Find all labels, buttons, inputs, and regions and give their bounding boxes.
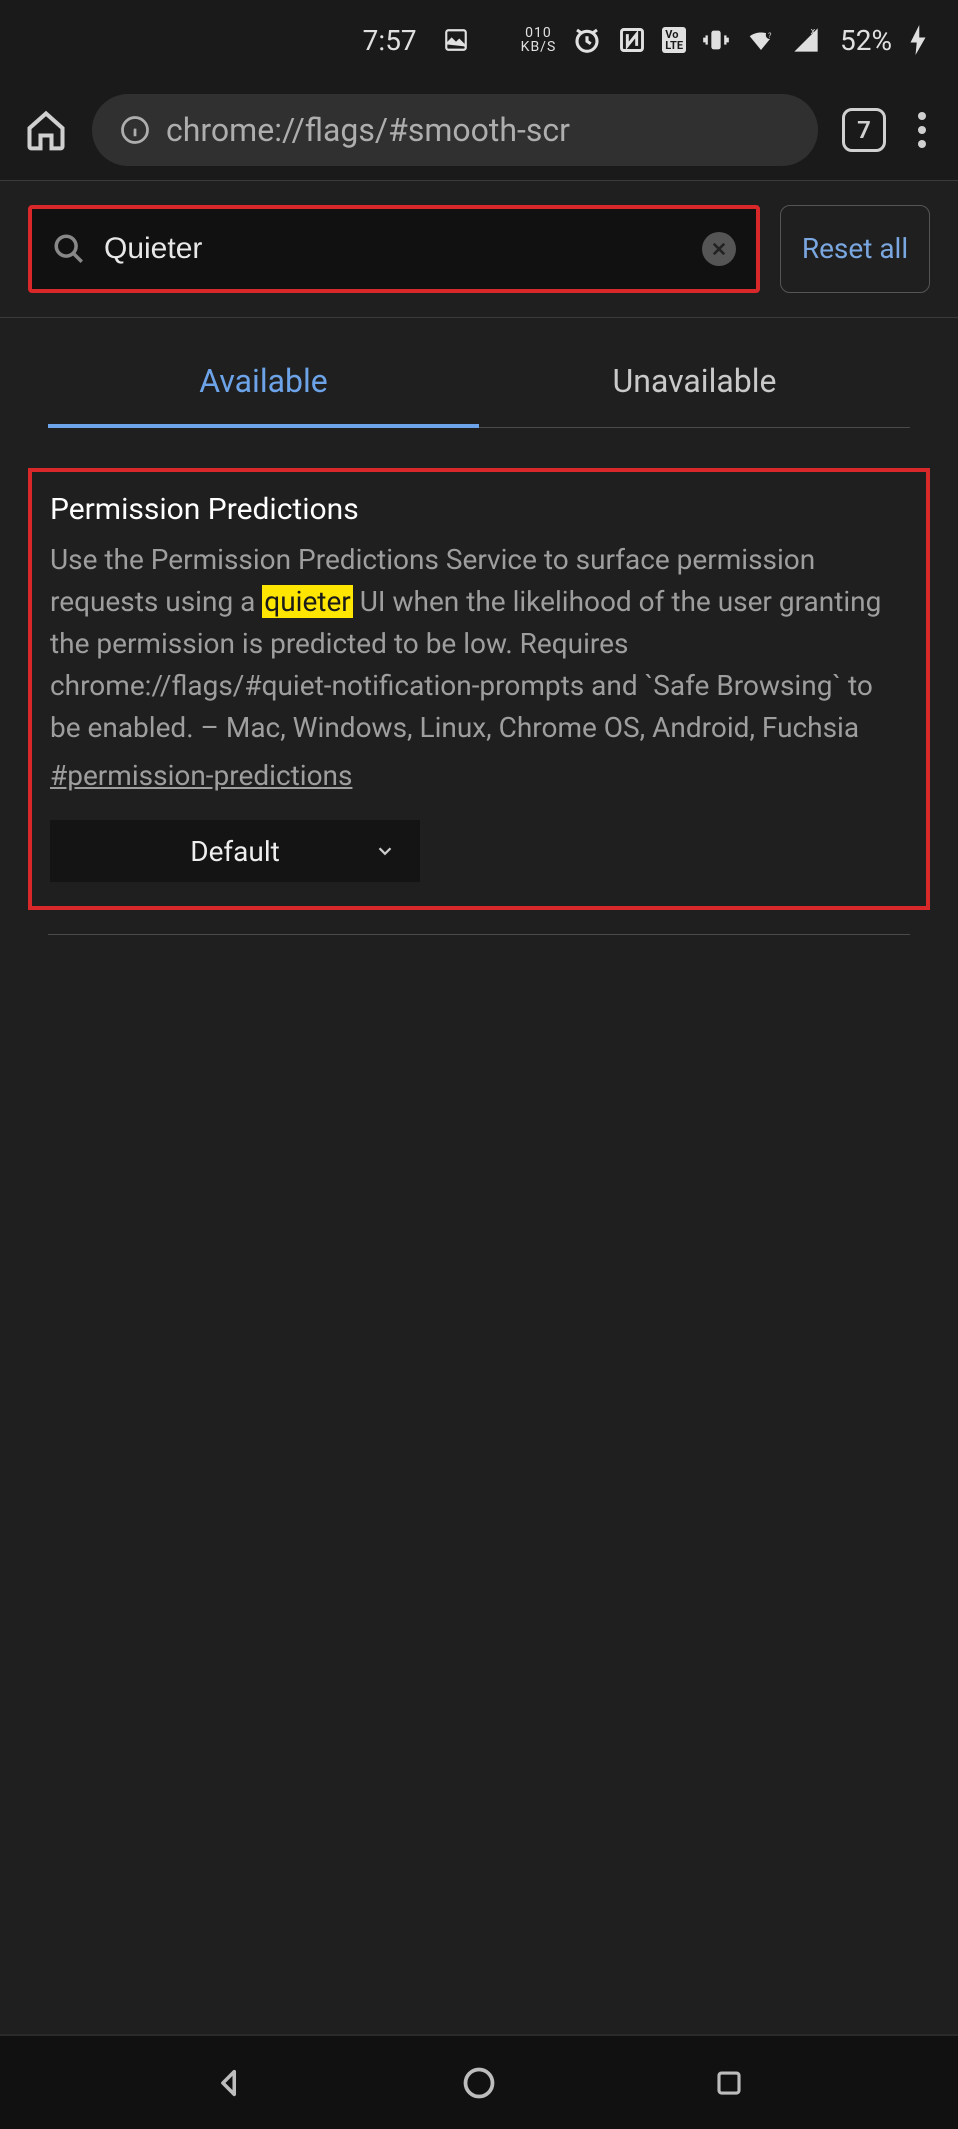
- flag-title: Permission Predictions: [50, 492, 908, 527]
- flag-card-highlight-frame: Permission Predictions Use the Permissio…: [28, 468, 930, 910]
- alarm-icon: [572, 25, 602, 55]
- status-bar: 7:57 010 KB/S VoLTE ? x 52%: [0, 0, 958, 80]
- flag-results: Permission Predictions Use the Permissio…: [0, 428, 958, 935]
- svg-text:x: x: [811, 26, 816, 37]
- svg-text:?: ?: [768, 32, 771, 40]
- nav-recents-button[interactable]: [709, 2063, 749, 2103]
- flag-anchor-link[interactable]: #permission-predictions: [50, 759, 352, 792]
- status-time: 7:57: [363, 24, 417, 57]
- url-text: chrome://flags/#smooth-scr: [166, 111, 570, 149]
- tab-unavailable[interactable]: Unavailable: [479, 338, 910, 427]
- controls-row: Reset all: [0, 181, 958, 317]
- overflow-menu-button[interactable]: [910, 104, 934, 156]
- search-match-highlight: quieter: [262, 585, 353, 618]
- divider: [0, 317, 958, 318]
- wifi-icon: ?: [746, 25, 776, 55]
- info-icon: [120, 115, 150, 145]
- search-highlight-frame: [28, 205, 760, 293]
- home-button[interactable]: [24, 108, 68, 152]
- address-bar[interactable]: chrome://flags/#smooth-scr: [92, 94, 818, 166]
- tab-switcher[interactable]: 7: [842, 108, 886, 152]
- search-input[interactable]: [104, 232, 684, 266]
- clear-search-button[interactable]: [702, 232, 736, 266]
- nfc-icon: [618, 26, 646, 54]
- flag-state-select[interactable]: Default: [50, 820, 420, 882]
- system-nav-bar: [0, 2034, 958, 2129]
- reset-all-button[interactable]: Reset all: [780, 205, 930, 293]
- divider: [48, 934, 910, 935]
- flags-search-box[interactable]: [32, 209, 756, 289]
- flag-description: Use the Permission Predictions Service t…: [50, 539, 908, 749]
- nav-back-button[interactable]: [210, 2063, 250, 2103]
- search-icon: [52, 232, 86, 266]
- tabs: Available Unavailable: [48, 338, 910, 428]
- charging-icon: [908, 25, 928, 55]
- network-rate: 010 KB/S: [521, 26, 557, 54]
- vibrate-icon: [702, 26, 730, 54]
- signal-icon: x: [792, 26, 820, 54]
- tab-available[interactable]: Available: [48, 338, 479, 428]
- picture-icon: [443, 27, 469, 53]
- battery-percent: 52%: [840, 24, 892, 57]
- browser-toolbar: chrome://flags/#smooth-scr 7: [0, 80, 958, 180]
- chevron-down-icon: [374, 840, 396, 862]
- nav-home-button[interactable]: [459, 2063, 499, 2103]
- volte-icon: VoLTE: [662, 27, 686, 53]
